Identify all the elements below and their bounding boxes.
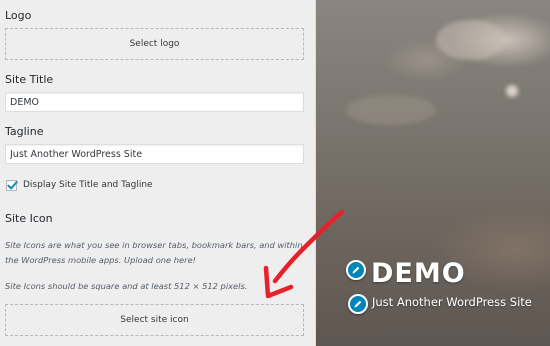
site-title-label: Site Title: [5, 73, 54, 86]
tagline-label: Tagline: [5, 125, 44, 138]
site-icon-size-hint: Site Icons should be square and at least…: [5, 281, 248, 291]
preview-site-tagline: Just Another WordPress Site: [372, 295, 532, 309]
site-title-input[interactable]: [5, 92, 304, 112]
customizer-panel: Logo Select logo Site Title Tagline Disp…: [0, 0, 316, 346]
logo-label: Logo: [5, 9, 32, 22]
background-light: [506, 85, 518, 97]
display-title-tagline-checkbox[interactable]: [6, 180, 18, 191]
background-blur: [436, 20, 506, 60]
site-icon-description: Site Icons are what you see in browser t…: [5, 240, 303, 265]
select-site-icon-button[interactable]: Select site icon: [5, 304, 304, 336]
edit-tagline-shortcut[interactable]: [348, 294, 368, 314]
customizer-screen: Logo Select logo Site Title Tagline Disp…: [0, 0, 550, 346]
site-icon-heading: Site Icon: [5, 212, 53, 225]
pencil-icon: [354, 300, 362, 308]
preview-site-title: DEMO: [371, 258, 466, 289]
select-logo-button[interactable]: Select logo: [5, 28, 304, 60]
checkmark-icon: [7, 181, 18, 190]
edit-site-title-shortcut[interactable]: [346, 260, 366, 280]
tagline-input[interactable]: [5, 144, 304, 164]
pencil-icon: [352, 266, 360, 274]
background-blur: [346, 95, 436, 125]
display-title-tagline-label: Display Site Title and Tagline: [23, 180, 153, 190]
